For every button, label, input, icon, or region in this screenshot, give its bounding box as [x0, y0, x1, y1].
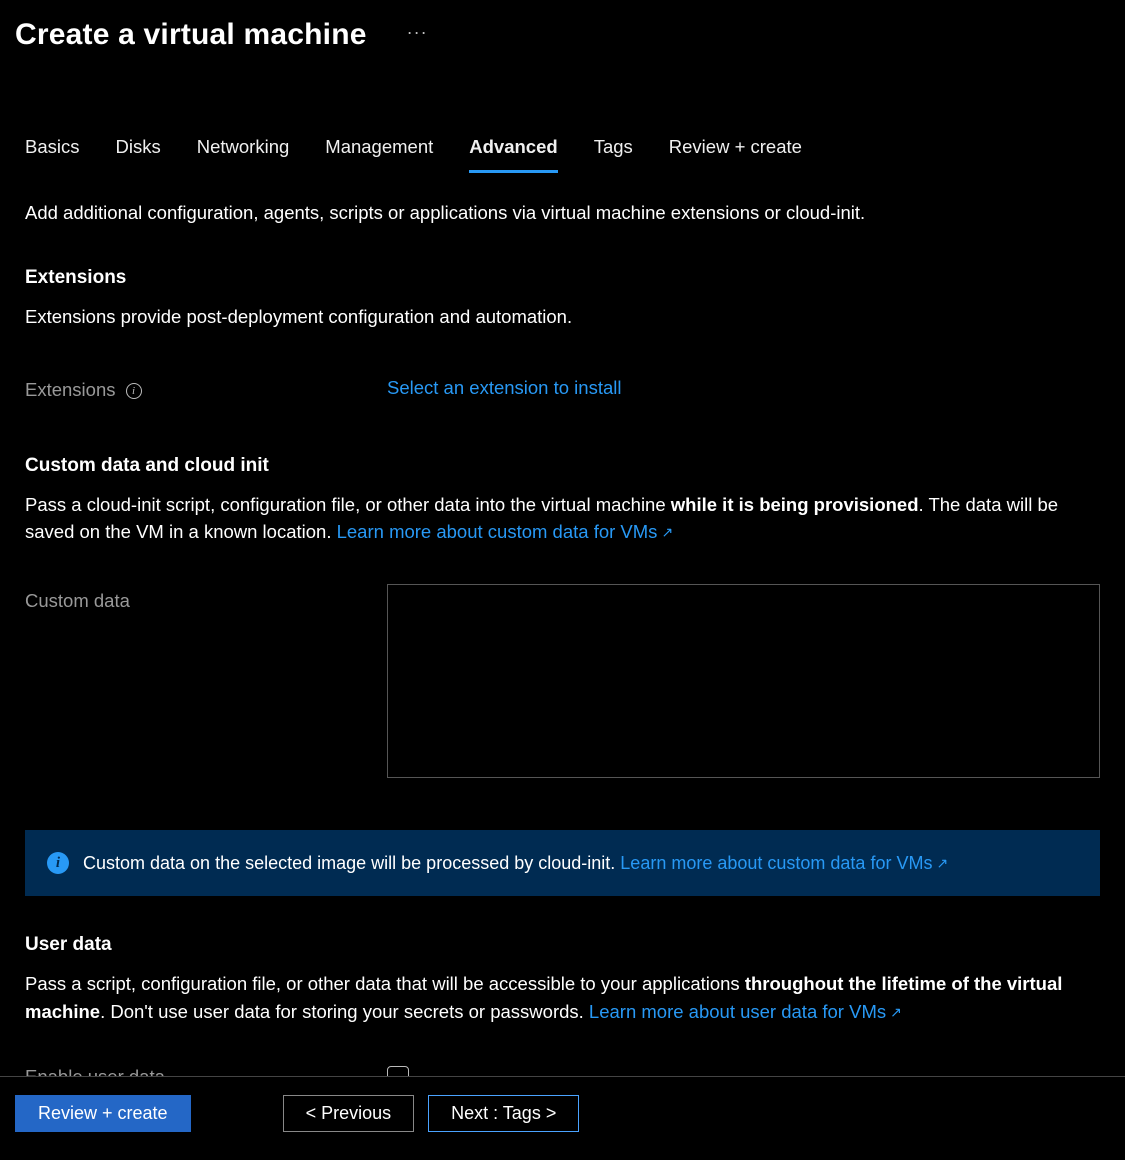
userdata-desc-pre: Pass a script, configuration file, or ot…: [25, 973, 745, 994]
wizard-tabs: Basics Disks Networking Management Advan…: [25, 136, 1100, 173]
userdata-desc-post: . Don't use user data for storing your s…: [100, 1001, 589, 1022]
customdata-desc-bold: while it is being provisioned: [671, 494, 919, 515]
tab-management[interactable]: Management: [325, 136, 433, 173]
userdata-learn-link[interactable]: Learn more about user data for VMs↗: [589, 1001, 902, 1022]
external-link-icon: ↗: [936, 855, 948, 872]
tab-tags[interactable]: Tags: [594, 136, 633, 173]
tab-networking[interactable]: Networking: [197, 136, 290, 173]
select-extension-link[interactable]: Select an extension to install: [387, 377, 621, 398]
cloud-init-banner: i Custom data on the selected image will…: [25, 830, 1100, 896]
wizard-footer: Review + create < Previous Next : Tags >: [0, 1076, 1125, 1160]
info-badge-icon: i: [47, 852, 69, 874]
extensions-field-label: Extensions i: [25, 377, 387, 401]
more-icon[interactable]: ···: [407, 23, 428, 47]
banner-text: Custom data on the selected image will b…: [83, 853, 620, 873]
tab-basics[interactable]: Basics: [25, 136, 80, 173]
tab-intro-text: Add additional configuration, agents, sc…: [25, 199, 1100, 227]
external-link-icon: ↗: [890, 1002, 902, 1023]
tab-review-create[interactable]: Review + create: [669, 136, 802, 173]
banner-learn-link[interactable]: Learn more about custom data for VMs↗: [620, 853, 948, 873]
previous-button[interactable]: < Previous: [283, 1095, 415, 1132]
customdata-learn-link[interactable]: Learn more about custom data for VMs↗: [337, 521, 674, 542]
next-button[interactable]: Next : Tags >: [428, 1095, 579, 1132]
info-icon[interactable]: i: [126, 383, 142, 399]
userdata-desc: Pass a script, configuration file, or ot…: [25, 970, 1100, 1026]
tab-advanced[interactable]: Advanced: [469, 136, 557, 173]
userdata-heading: User data: [25, 934, 1100, 956]
external-link-icon: ↗: [661, 522, 673, 543]
customdata-desc: Pass a cloud-init script, configuration …: [25, 491, 1100, 547]
customdata-desc-pre: Pass a cloud-init script, configuration …: [25, 494, 671, 515]
customdata-textarea[interactable]: [387, 584, 1100, 778]
extensions-heading: Extensions: [25, 267, 1100, 289]
customdata-field-label: Custom data: [25, 584, 387, 778]
review-create-button[interactable]: Review + create: [15, 1095, 191, 1132]
customdata-heading: Custom data and cloud init: [25, 455, 1100, 477]
extensions-desc: Extensions provide post-deployment confi…: [25, 303, 1100, 331]
extensions-label-text: Extensions: [25, 379, 116, 401]
tab-disks[interactable]: Disks: [116, 136, 161, 173]
page-title: Create a virtual machine: [15, 18, 367, 52]
